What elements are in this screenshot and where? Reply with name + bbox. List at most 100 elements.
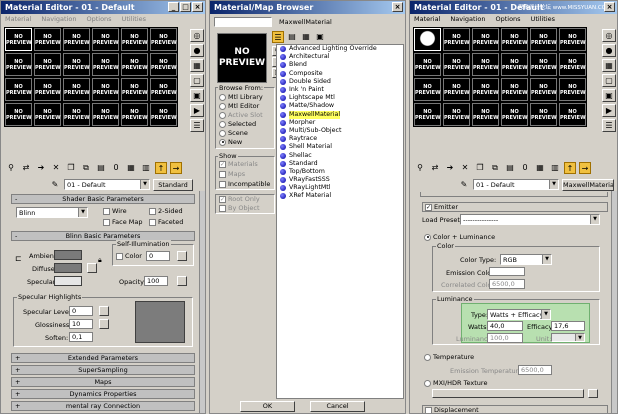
sample-slot[interactable]: NO PREVIEW (63, 103, 90, 126)
material-list-item[interactable]: Multi/Sub-Object (277, 127, 403, 135)
temperature-radio[interactable]: Temperature (424, 353, 474, 361)
sample-slot[interactable]: NO PREVIEW (34, 103, 61, 126)
sample-slot[interactable]: NO PREVIEW (34, 78, 61, 101)
lock-icon[interactable]: ⊏ (15, 254, 22, 263)
emission-color-swatch[interactable] (489, 267, 525, 276)
browse-new-radio[interactable]: New (219, 138, 242, 146)
load-preset-dropdown[interactable]: --------------- ▼ (460, 214, 600, 225)
diffuse-map-button[interactable] (87, 263, 97, 273)
sample-slot[interactable]: NO PREVIEW (150, 103, 177, 126)
sample-slot[interactable]: NO PREVIEW (472, 103, 499, 126)
video-color-check-icon[interactable]: ▣ (602, 89, 616, 102)
sample-slot[interactable]: NO PREVIEW (414, 78, 441, 101)
material-list-item[interactable]: MaxwellMaterial (277, 110, 403, 119)
opacity-value[interactable]: 100 (144, 276, 168, 286)
browse-selected-radio[interactable]: Selected (219, 120, 256, 128)
assign-to-selection-icon[interactable]: ➔ (444, 162, 456, 174)
mxi-texture-button[interactable] (432, 389, 584, 398)
put-to-library-icon[interactable]: ▤ (95, 162, 107, 174)
sample-type-icon[interactable]: ◎ (190, 29, 204, 42)
uv-tiling-icon[interactable]: ▢ (602, 74, 616, 87)
assign-to-selection-icon[interactable]: ➔ (35, 162, 47, 174)
material-list-item[interactable]: Architectural (277, 53, 403, 61)
put-to-scene-icon[interactable]: ⇄ (20, 162, 32, 174)
material-list-item[interactable]: Blend (277, 61, 403, 69)
browser-search-input[interactable] (214, 17, 272, 27)
sample-slot[interactable]: NO PREVIEW (501, 78, 528, 101)
menu-navigation[interactable]: Navigation (450, 15, 485, 23)
two-sided-checkbox[interactable]: 2-Sided (149, 207, 183, 215)
backlight-icon[interactable]: ● (602, 44, 616, 57)
lock-icon[interactable]: 🔒︎ (98, 256, 102, 265)
show-incompatible-checkbox[interactable]: Incompatible (219, 180, 270, 188)
soften-value[interactable]: 0,1 (69, 332, 93, 342)
sample-slot[interactable]: NO PREVIEW (63, 78, 90, 101)
supersampling-rollout[interactable]: + SuperSampling (11, 365, 195, 375)
sample-type-icon[interactable]: ◎ (602, 29, 616, 42)
options-icon[interactable]: ☰ (602, 119, 616, 132)
copy-material-icon[interactable]: ❐ (65, 162, 77, 174)
sample-slot[interactable]: NO PREVIEW (121, 103, 148, 126)
sample-slot[interactable]: NO PREVIEW (414, 103, 441, 126)
close-button[interactable]: × (604, 2, 615, 12)
make-unique-icon[interactable]: ⧉ (489, 162, 501, 174)
view-list-icon[interactable]: ☰ (272, 31, 284, 43)
material-type-button[interactable]: MaxwellMaterial (562, 178, 614, 191)
material-list-item[interactable]: Advanced Lighting Override (277, 45, 403, 53)
menu-material[interactable]: Material (414, 15, 440, 23)
copy-material-icon[interactable]: ❐ (474, 162, 486, 174)
put-to-scene-icon[interactable]: ⇄ (429, 162, 441, 174)
minimize-button[interactable]: _ (168, 2, 179, 12)
material-list-item[interactable]: Shell Material (277, 143, 403, 151)
go-forward-icon[interactable]: → (579, 162, 591, 174)
sample-slot[interactable]: NO PREVIEW (530, 28, 557, 51)
specular-level-map-button[interactable] (99, 306, 109, 316)
sample-slot[interactable]: NO PREVIEW (559, 78, 586, 101)
sample-slot[interactable]: NO PREVIEW (150, 28, 177, 51)
mxi-hdr-radio[interactable]: MXI/HDR Texture (424, 379, 487, 387)
pick-material-icon[interactable]: ✎ (49, 179, 61, 191)
put-to-library-icon[interactable]: ▤ (504, 162, 516, 174)
browse-scene-radio[interactable]: Scene (219, 129, 248, 137)
scrollbar[interactable] (199, 191, 205, 413)
material-list-item[interactable]: Ink 'n Paint (277, 86, 403, 94)
get-material-icon[interactable]: ⚲ (5, 162, 17, 174)
uv-tiling-icon[interactable]: ▢ (190, 74, 204, 87)
sample-slot[interactable]: NO PREVIEW (443, 53, 470, 76)
left-title-bar[interactable]: Material Editor - 01 - Default _ □ × (1, 1, 205, 14)
sample-slot[interactable]: NO PREVIEW (34, 53, 61, 76)
reset-map-icon[interactable]: ✕ (50, 162, 62, 174)
material-name-field[interactable]: 01 - Default ▼ (64, 179, 150, 190)
sample-slot[interactable]: NO PREVIEW (121, 28, 148, 51)
scrollbar[interactable] (611, 191, 617, 413)
sample-slot[interactable]: NO PREVIEW (443, 78, 470, 101)
material-list-item[interactable]: Lightscape Mtl (277, 94, 403, 102)
sample-slot[interactable]: NO PREVIEW (92, 53, 119, 76)
sample-slot[interactable]: NO PREVIEW (92, 78, 119, 101)
view-large-icons-icon[interactable]: ▣ (314, 31, 326, 43)
displacement-checkbox[interactable]: Displacement (422, 405, 608, 413)
material-list-item[interactable]: Morpher (277, 119, 403, 127)
luminance-type-dropdown[interactable]: Watts + Efficacy ▼ (487, 309, 551, 320)
sample-slot[interactable]: NO PREVIEW (530, 78, 557, 101)
close-button[interactable]: × (192, 2, 203, 12)
background-icon[interactable]: ▦ (190, 59, 204, 72)
material-id-icon[interactable]: 0 (110, 162, 122, 174)
sample-slot[interactable]: NO PREVIEW (414, 53, 441, 76)
sample-slot[interactable]: NO PREVIEW (501, 53, 528, 76)
sample-slot[interactable] (414, 28, 441, 51)
backlight-icon[interactable]: ● (190, 44, 204, 57)
sample-slot[interactable]: NO PREVIEW (63, 53, 90, 76)
sample-slot[interactable]: NO PREVIEW (150, 53, 177, 76)
sample-slot[interactable]: NO PREVIEW (443, 28, 470, 51)
color-luminance-radio[interactable]: Color + Luminance (424, 233, 495, 241)
ok-button[interactable]: OK (240, 401, 295, 412)
make-preview-icon[interactable]: ▶ (602, 104, 616, 117)
material-name-field[interactable]: 01 - Default ▼ (473, 179, 559, 190)
sample-slot[interactable]: NO PREVIEW (559, 53, 586, 76)
material-id-icon[interactable]: 0 (519, 162, 531, 174)
view-small-icons-icon[interactable]: ▦ (300, 31, 312, 43)
efficacy-value[interactable]: 17,6 (551, 321, 585, 331)
menu-options[interactable]: Options (495, 15, 520, 23)
maps-rollout[interactable]: + Maps (11, 377, 195, 387)
